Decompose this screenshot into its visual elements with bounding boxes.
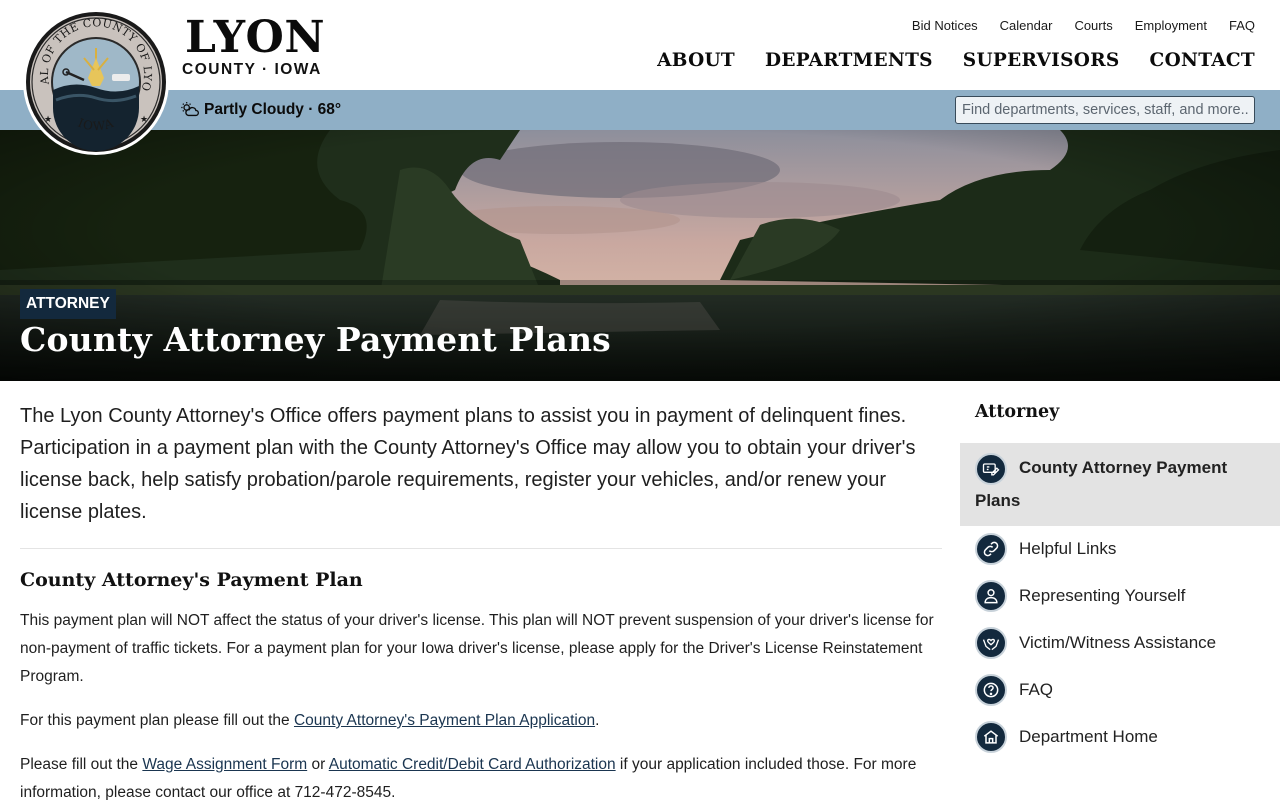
sidebar-item-label: Representing Yourself [1019,586,1186,606]
sidebar-item-helpful-links[interactable]: Helpful Links [960,526,1280,573]
intro-paragraph: The Lyon County Attorney's Office offers… [20,405,916,523]
home-icon [975,721,1007,754]
sidebar-title[interactable]: Attorney [960,390,1280,434]
application-text: For this payment plan please fill out th… [20,712,294,729]
info-bar: Partly Cloudy · 68° [0,90,1280,130]
search-input[interactable] [955,96,1255,124]
application-paragraph: For this payment plan please fill out th… [20,707,942,735]
forms-text-or: or [307,756,329,773]
sidebar-item-label: Helpful Links [1019,539,1117,559]
county-seal-logo[interactable]: SEAL OF THE COUNTY OF LYON IOWA ★ ★ [17,0,170,156]
card-authorization-link[interactable]: Automatic Credit/Debit Card Authorizatio… [329,756,616,773]
forms-text: Please fill out the [20,756,143,773]
nav-contact[interactable]: CONTACT [1150,50,1255,71]
main-content: The Lyon County Attorney's Office offers… [20,400,942,800]
wage-assignment-form-link[interactable]: Wage Assignment Form [142,756,307,773]
sidebar-item-label: FAQ [1019,680,1054,700]
nav-supervisors[interactable]: SUPERVISORS [963,50,1120,71]
utility-link-courts[interactable]: Courts [1074,18,1112,33]
page-title: County Attorney Payment Plans [20,320,611,359]
site-header: LYON COUNTY · IOWA Bid Notices Calendar … [0,0,1280,90]
forms-paragraph: Please fill out the Wage Assignment Form… [20,751,942,800]
partly-cloudy-icon [181,102,199,117]
sidebar-item-label: Department Home [1019,727,1158,747]
breadcrumb-attorney[interactable]: ATTORNEY [20,289,116,319]
weather-widget: Partly Cloudy · 68° [180,90,341,130]
sidebar-item-payment-plans[interactable]: County Attorney Payment Plans [960,443,1280,526]
site-name[interactable]: LYON [185,12,325,64]
svg-text:★: ★ [140,114,148,124]
nav-about[interactable]: ABOUT [657,50,735,71]
sidebar-item-label: County Attorney Payment Plans [975,458,1228,510]
utility-link-employment[interactable]: Employment [1135,18,1207,33]
department-sidebar: Attorney County Attorney Payment Plans H… [960,390,1280,761]
utility-link-calendar[interactable]: Calendar [1000,18,1053,33]
divider [20,548,942,549]
sidebar-item-label: Victim/Witness Assistance [1019,633,1217,653]
question-icon [975,674,1007,707]
application-text-end: . [595,712,600,729]
sidebar-item-faq[interactable]: FAQ [960,667,1280,714]
sidebar-item-department-home[interactable]: Department Home [960,714,1280,761]
payment-plan-application-link[interactable]: County Attorney's Payment Plan Applicati… [294,712,595,729]
payment-icon [975,452,1007,485]
nav-departments[interactable]: DEPARTMENTS [765,50,933,71]
helping-hands-icon [975,627,1007,660]
utility-link-bid-notices[interactable]: Bid Notices [912,18,978,33]
link-icon [975,533,1007,566]
section-heading: County Attorney's Payment Plan [20,569,363,591]
svg-text:★: ★ [44,114,52,124]
weather-text: Partly Cloudy · 68° [204,101,342,118]
main-nav: ABOUT DEPARTMENTS SUPERVISORS CONTACT [657,50,1255,71]
utility-link-faq[interactable]: FAQ [1229,18,1255,33]
person-icon [975,580,1007,613]
utility-nav: Bid Notices Calendar Courts Employment F… [912,18,1255,33]
site-subtitle: COUNTY · IOWA [182,61,322,78]
sidebar-item-victim-witness[interactable]: Victim/Witness Assistance [960,620,1280,667]
sidebar-item-representing-yourself[interactable]: Representing Yourself [960,573,1280,620]
payment-plan-notice: This payment plan will NOT affect the st… [20,612,934,685]
